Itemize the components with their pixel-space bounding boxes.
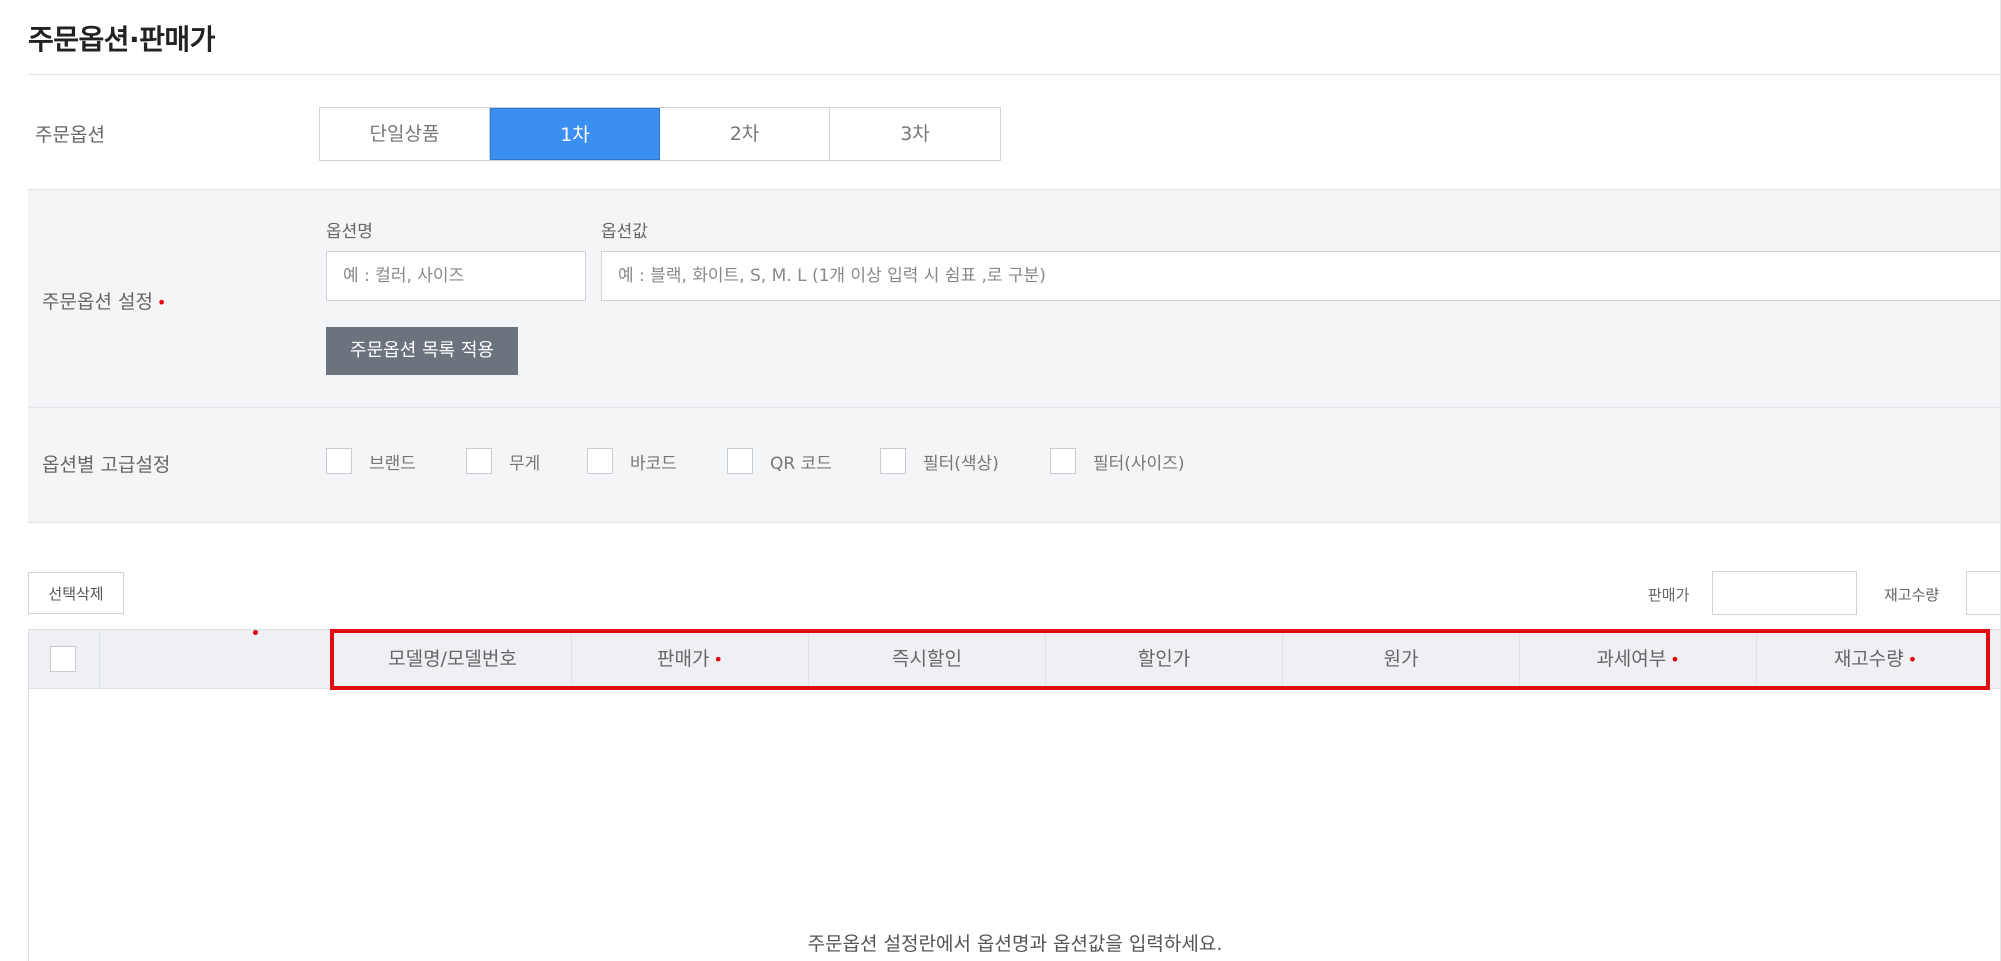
header-divider	[99, 630, 100, 688]
select-all-checkbox[interactable]	[50, 646, 76, 672]
checkbox-label: 필터(사이즈)	[1093, 453, 1185, 474]
header-highlight-box	[330, 629, 1990, 690]
checkbox-box[interactable]	[880, 448, 906, 474]
checkbox-brand[interactable]: 브랜드	[326, 448, 416, 474]
option-setting-label-text: 주문옵션 설정	[42, 291, 153, 313]
bulk-price-label: 판매가	[1648, 586, 1690, 604]
segment-level-2[interactable]: 2차	[660, 108, 830, 160]
checkbox-label: QR 코드	[770, 453, 832, 474]
option-value-label: 옵션값	[601, 222, 648, 242]
order-option-segmented-control: 단일상품 1차 2차 3차	[319, 107, 1001, 161]
checkbox-label: 바코드	[630, 453, 677, 474]
checkbox-box[interactable]	[1050, 448, 1076, 474]
order-option-page: 주문옵션·판매가 주문옵션 단일상품 1차 2차 3차 주문옵션 설정 • 옵션명…	[0, 0, 2001, 961]
apply-option-list-button[interactable]: 주문옵션 목록 적용	[326, 327, 518, 375]
checkbox-barcode[interactable]: 바코드	[587, 448, 677, 474]
segment-level-3[interactable]: 3차	[830, 108, 1000, 160]
checkbox-box[interactable]	[587, 448, 613, 474]
advanced-settings-panel	[28, 407, 2001, 523]
empty-table-message: 주문옵션 설정란에서 옵션명과 옵션값을 입력하세요.	[807, 933, 1223, 955]
option-value-input[interactable]	[601, 251, 2001, 301]
advanced-settings-label: 옵션별 고급설정	[42, 454, 171, 476]
option-name-input[interactable]	[326, 251, 586, 301]
required-dot-icon	[253, 630, 258, 635]
bulk-price-input[interactable]	[1712, 571, 1857, 615]
checkbox-qr-code[interactable]: QR 코드	[727, 448, 832, 474]
checkbox-filter-size[interactable]: 필터(사이즈)	[1050, 448, 1184, 474]
checkbox-label: 무게	[509, 453, 541, 474]
checkbox-box[interactable]	[727, 448, 753, 474]
segment-level-1[interactable]: 1차	[490, 108, 660, 160]
option-name-label: 옵션명	[326, 222, 373, 242]
bulk-stock-label: 재고수량	[1884, 586, 1940, 604]
bulk-stock-input[interactable]	[1966, 571, 2001, 615]
title-divider	[28, 74, 2001, 75]
option-setting-label: 주문옵션 설정 •	[42, 287, 166, 314]
order-option-label: 주문옵션	[35, 124, 105, 146]
checkbox-label: 필터(색상)	[923, 453, 999, 474]
checkbox-box[interactable]	[466, 448, 492, 474]
checkbox-box[interactable]	[326, 448, 352, 474]
checkbox-filter-color[interactable]: 필터(색상)	[880, 448, 999, 474]
delete-selected-button[interactable]: 선택삭제	[28, 572, 124, 614]
page-title: 주문옵션·판매가	[28, 23, 215, 56]
checkbox-label: 브랜드	[369, 453, 416, 474]
required-mark: •	[156, 293, 167, 312]
checkbox-weight[interactable]: 무게	[466, 448, 540, 474]
segment-single-product[interactable]: 단일상품	[320, 108, 490, 160]
